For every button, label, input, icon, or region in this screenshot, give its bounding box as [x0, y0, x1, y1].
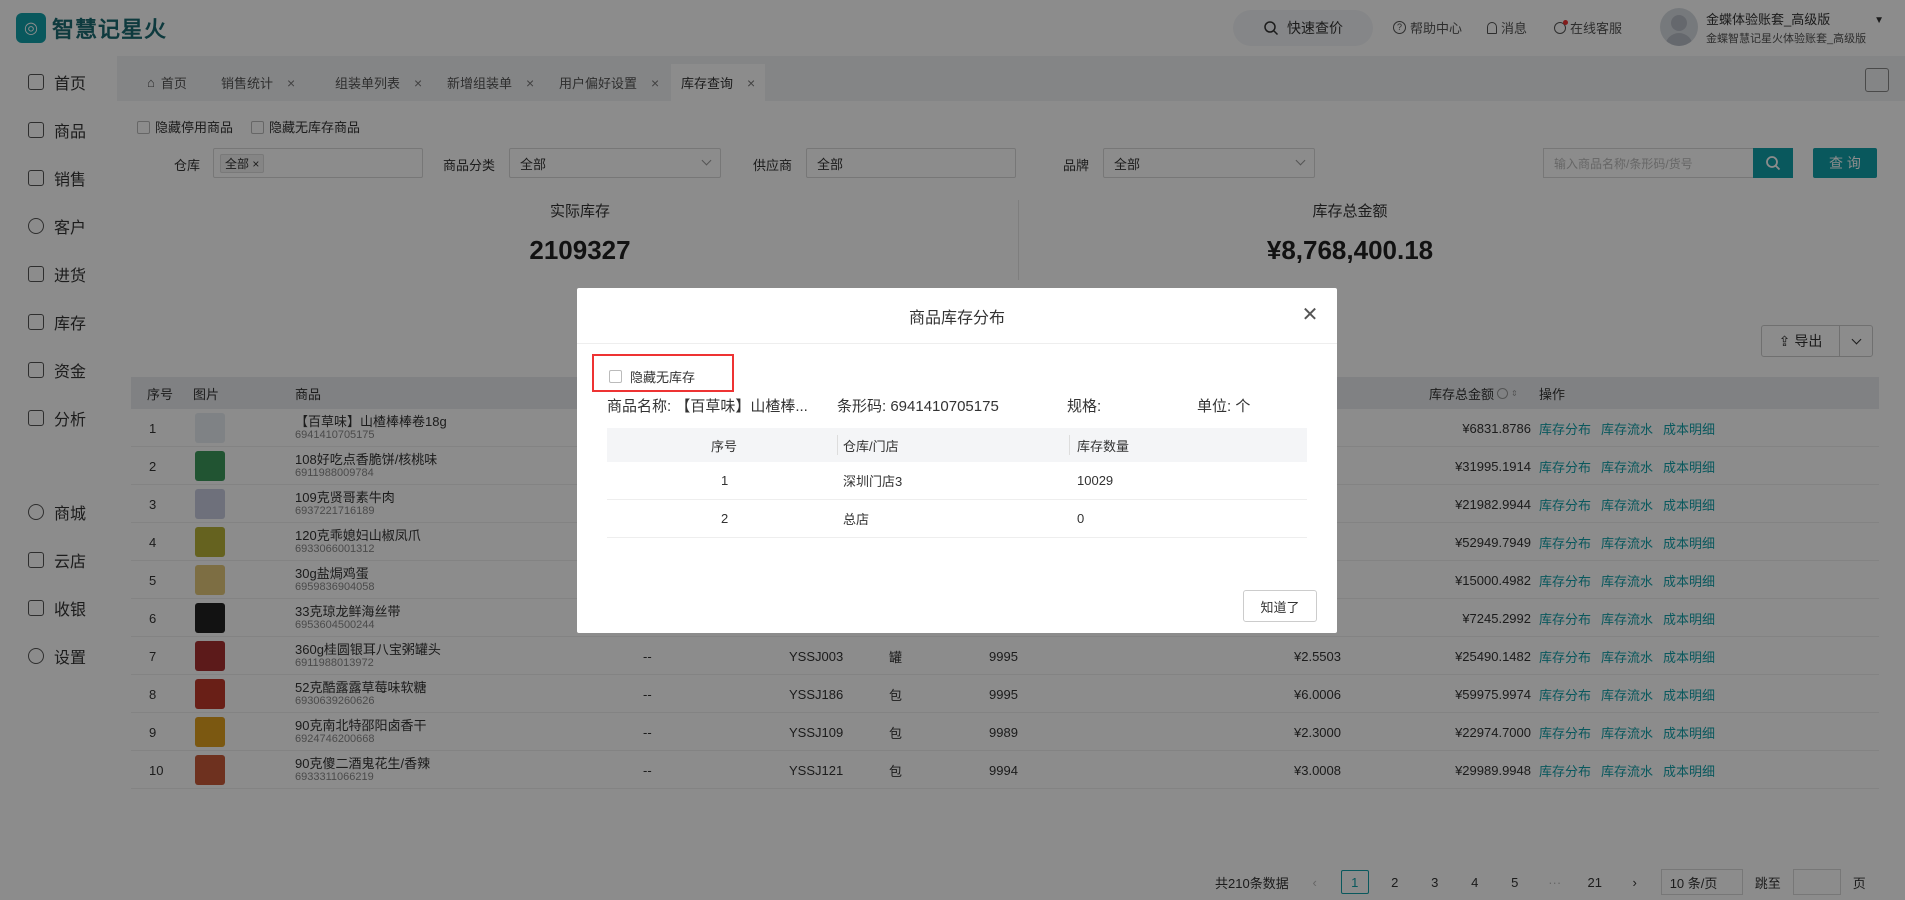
product-info: 商品名称: 【百草味】山楂棒... 条形码: 6941410705175 规格:… [607, 395, 1307, 415]
row-store: 总店 [843, 512, 870, 527]
row-index: 1 [721, 473, 729, 488]
row-index: 2 [721, 511, 729, 526]
table-header: 序号 仓库/门店 库存数量 [607, 428, 1307, 462]
spec-info: 规格: [1067, 395, 1101, 416]
barcode-info: 条形码: 6941410705175 [837, 395, 999, 416]
table-row: 1 深圳门店3 10029 [607, 462, 1307, 500]
product-name-info: 商品名称: 【百草味】山楂棒... [607, 395, 808, 416]
row-store: 深圳门店3 [843, 474, 903, 489]
stock-distribution-table: 序号 仓库/门店 库存数量 1 深圳门店3 10029 2 总店 0 [607, 428, 1307, 538]
col-store: 仓库/门店 [843, 438, 899, 454]
checkbox-icon [609, 370, 622, 383]
info-value: 个 [1235, 398, 1251, 415]
stock-distribution-modal: 商品库存分布 ✕ 隐藏无库存 商品名称: 【百草味】山楂棒... 条形码: 69… [577, 288, 1337, 633]
table-row: 2 总店 0 [607, 500, 1307, 538]
info-label: 单位: [1197, 398, 1232, 415]
modal-header: 商品库存分布 ✕ [577, 288, 1337, 344]
info-label: 规格: [1067, 398, 1102, 415]
unit-info: 单位: 个 [1197, 395, 1250, 416]
col-index: 序号 [711, 438, 738, 454]
close-icon[interactable]: ✕ [1299, 304, 1321, 326]
row-qty: 10029 [1077, 473, 1114, 488]
got-it-button[interactable]: 知道了 [1243, 590, 1317, 622]
info-value: 6941410705175 [890, 398, 999, 415]
col-qty: 库存数量 [1077, 438, 1130, 454]
row-qty: 0 [1077, 511, 1085, 526]
info-label: 商品名称: [607, 398, 672, 415]
divider [1069, 435, 1070, 455]
info-label: 条形码: [837, 398, 887, 415]
divider [837, 435, 838, 455]
checkbox-label: 隐藏无库存 [630, 370, 696, 385]
hide-no-stock-checkbox[interactable]: 隐藏无库存 [609, 367, 695, 386]
modal-title: 商品库存分布 [908, 309, 1005, 327]
info-value: 【百草味】山楂棒... [675, 398, 808, 415]
